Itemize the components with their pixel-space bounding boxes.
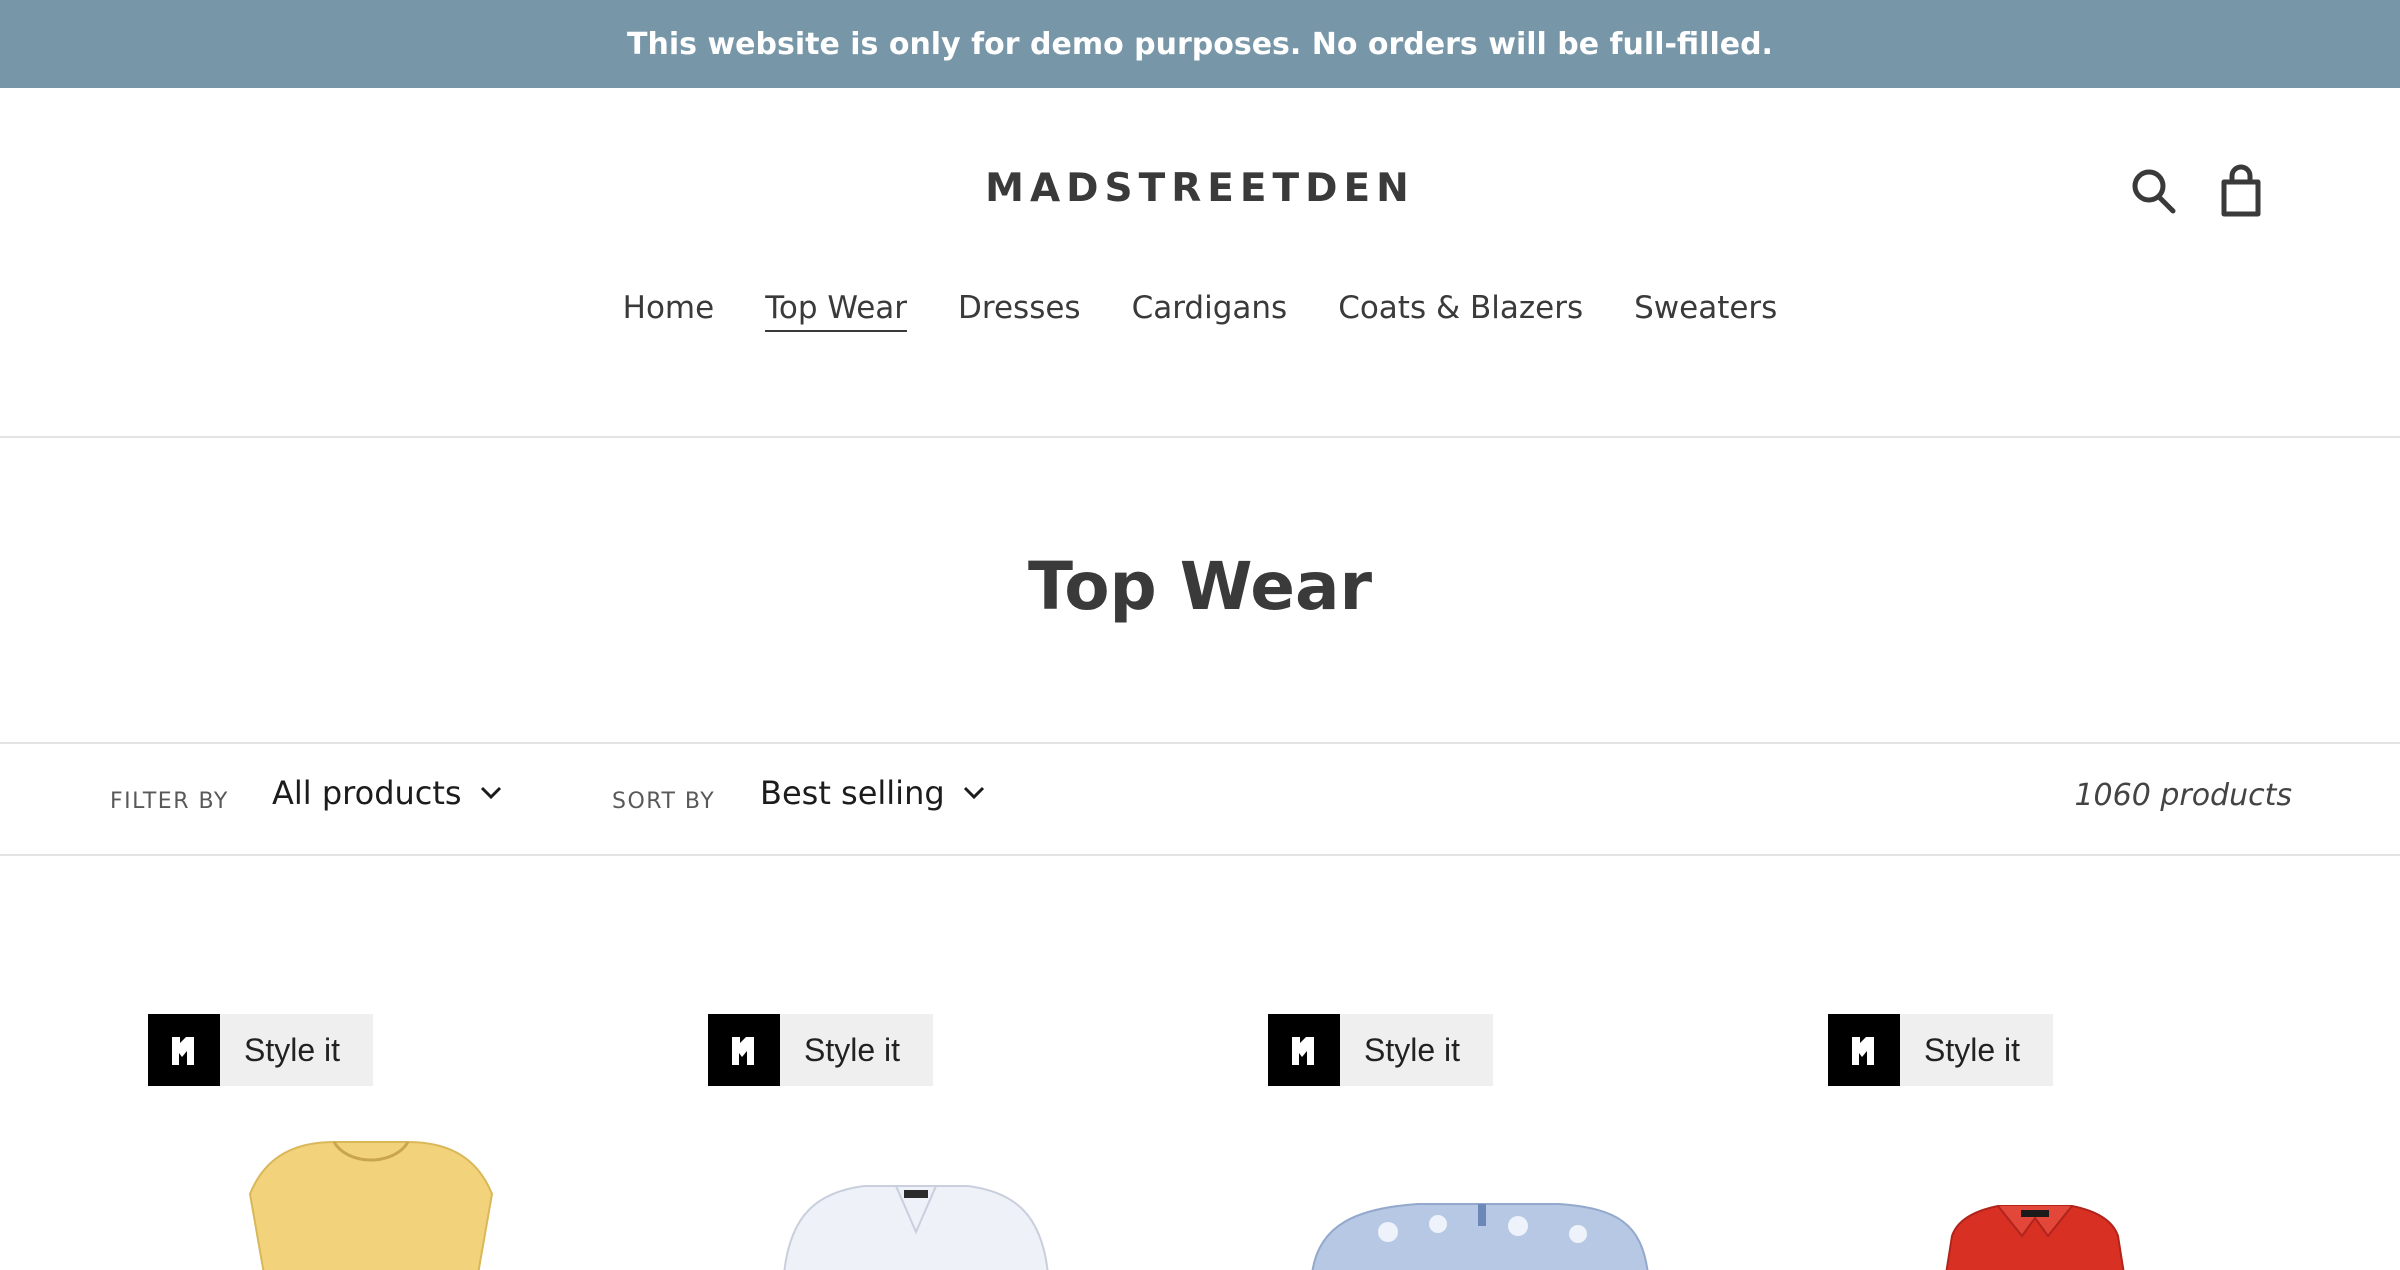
filter-bar: FILTER BY All products SORT BY Best sell… [0,744,2400,854]
nav-home[interactable]: Home [623,290,715,332]
style-it-logo-icon [1828,1014,1900,1086]
main-nav: Home Top Wear Dresses Cardigans Coats & … [0,290,2400,332]
style-it-label: Style it [1364,1031,1461,1068]
style-it-button[interactable]: Style it [148,1014,373,1086]
site-logo[interactable]: MADSTREETDEN [0,166,2400,211]
header-icons [2126,164,2268,218]
chevron-down-icon [963,786,984,800]
header-divider [0,436,2400,438]
style-it-label: Style it [1924,1031,2021,1068]
product-image[interactable] [1828,1114,2348,1270]
style-it-label: Style it [804,1031,901,1068]
product-image[interactable] [708,1114,1228,1270]
search-icon[interactable] [2126,164,2180,218]
nav-coats-blazers[interactable]: Coats & Blazers [1338,290,1583,332]
product-card[interactable]: Style it [1268,1014,1788,1270]
sort-value: Best selling [760,774,945,812]
product-count: 1060 products [2074,778,2292,813]
filter-value: All products [272,774,462,812]
announcement-text: This website is only for demo purposes. … [627,26,1773,62]
cart-icon[interactable] [2214,164,2268,218]
announcement-bar: This website is only for demo purposes. … [0,0,2400,88]
nav-top-wear[interactable]: Top Wear [765,290,908,332]
style-it-logo-icon [1268,1014,1340,1086]
filter-select[interactable]: All products [272,774,502,812]
sort-select[interactable]: Best selling [760,774,985,812]
filter-bottom-divider [0,854,2400,856]
page-title: Top Wear [1027,548,1373,625]
filter-label: FILTER BY [110,789,229,814]
chevron-down-icon [480,786,501,800]
product-card[interactable]: Style it [1828,1014,2348,1270]
sort-label: SORT BY [612,789,716,814]
style-it-logo-icon [148,1014,220,1086]
product-image[interactable] [1268,1114,1788,1270]
nav-cardigans[interactable]: Cardigans [1132,290,1288,332]
style-it-button[interactable]: Style it [1268,1014,1493,1086]
product-card[interactable]: Style it [708,1014,1228,1270]
style-it-logo-icon [708,1014,780,1086]
product-image[interactable] [148,1114,668,1270]
style-it-button[interactable]: Style it [708,1014,933,1086]
style-it-button[interactable]: Style it [1828,1014,2053,1086]
product-card[interactable]: Style it [148,1014,668,1270]
nav-sweaters[interactable]: Sweaters [1634,290,1777,332]
style-it-label: Style it [244,1031,341,1068]
nav-dresses[interactable]: Dresses [958,290,1081,332]
